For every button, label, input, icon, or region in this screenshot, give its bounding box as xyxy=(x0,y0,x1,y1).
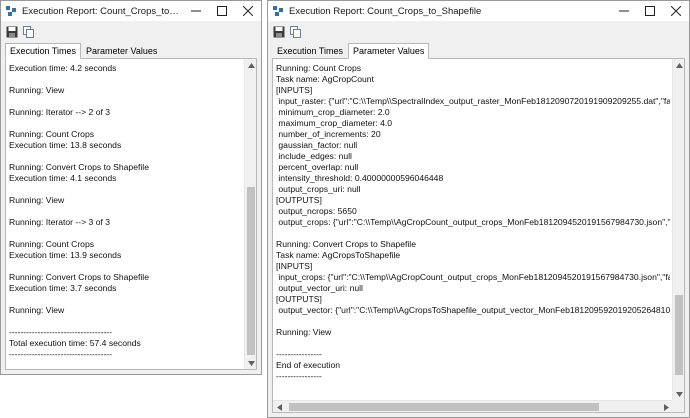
tab-strip: Execution Times Parameter Values xyxy=(5,43,257,59)
execution-report-window-right: Execution Report: Count_Crops_to_Shapefi… xyxy=(267,0,690,418)
parameter-values-text: Running: Count Crops Task name: AgCropCo… xyxy=(276,63,670,381)
copy-icon[interactable] xyxy=(289,25,303,39)
copy-icon[interactable] xyxy=(22,25,36,39)
toolbar xyxy=(268,21,689,42)
app-icon xyxy=(273,5,284,17)
scroll-right-icon[interactable] xyxy=(660,401,672,412)
app-icon xyxy=(6,5,17,17)
minimize-icon[interactable] xyxy=(611,1,637,21)
title-bar[interactable]: Execution Report: Count_Crops_to_Shape..… xyxy=(1,1,261,21)
scroll-thumb[interactable] xyxy=(675,295,683,375)
execution-times-text: Execution time: 4.2 seconds Running: Vie… xyxy=(9,63,149,359)
report-text-area[interactable]: Execution time: 4.2 seconds Running: Vie… xyxy=(5,58,257,370)
tab-parameter-values[interactable]: Parameter Values xyxy=(348,43,430,59)
vertical-scrollbar[interactable] xyxy=(672,59,684,400)
close-icon[interactable] xyxy=(235,1,261,21)
horizontal-scroll-thumb[interactable] xyxy=(289,403,599,411)
scroll-corner xyxy=(672,400,684,412)
report-text-area[interactable]: Running: Count Crops Task name: AgCropCo… xyxy=(272,58,685,413)
scroll-left-icon[interactable] xyxy=(273,401,285,412)
maximize-icon[interactable] xyxy=(637,1,663,21)
scroll-thumb[interactable] xyxy=(247,187,255,355)
vertical-scrollbar[interactable] xyxy=(244,59,256,369)
execution-report-window-left: Execution Report: Count_Crops_to_Shape..… xyxy=(0,0,262,375)
minimize-icon[interactable] xyxy=(183,1,209,21)
tab-parameter-values[interactable]: Parameter Values xyxy=(81,43,162,58)
tab-execution-times[interactable]: Execution Times xyxy=(5,43,82,59)
save-icon[interactable] xyxy=(272,25,286,39)
scroll-up-icon[interactable] xyxy=(673,59,684,71)
scroll-down-icon[interactable] xyxy=(245,357,256,369)
toolbar xyxy=(1,21,261,42)
title-bar[interactable]: Execution Report: Count_Crops_to_Shapefi… xyxy=(268,1,689,21)
tab-strip: Execution Times Parameter Values xyxy=(272,43,685,59)
window-title: Execution Report: Count_Crops_to_Shapefi… xyxy=(289,5,482,17)
horizontal-scrollbar[interactable] xyxy=(273,400,672,412)
window-title: Execution Report: Count_Crops_to_Shape..… xyxy=(22,5,183,17)
tab-execution-times[interactable]: Execution Times xyxy=(272,43,348,58)
scroll-down-icon[interactable] xyxy=(673,388,684,400)
save-icon[interactable] xyxy=(5,25,19,39)
close-icon[interactable] xyxy=(663,1,689,21)
scroll-up-icon[interactable] xyxy=(245,59,256,71)
maximize-icon[interactable] xyxy=(209,1,235,21)
